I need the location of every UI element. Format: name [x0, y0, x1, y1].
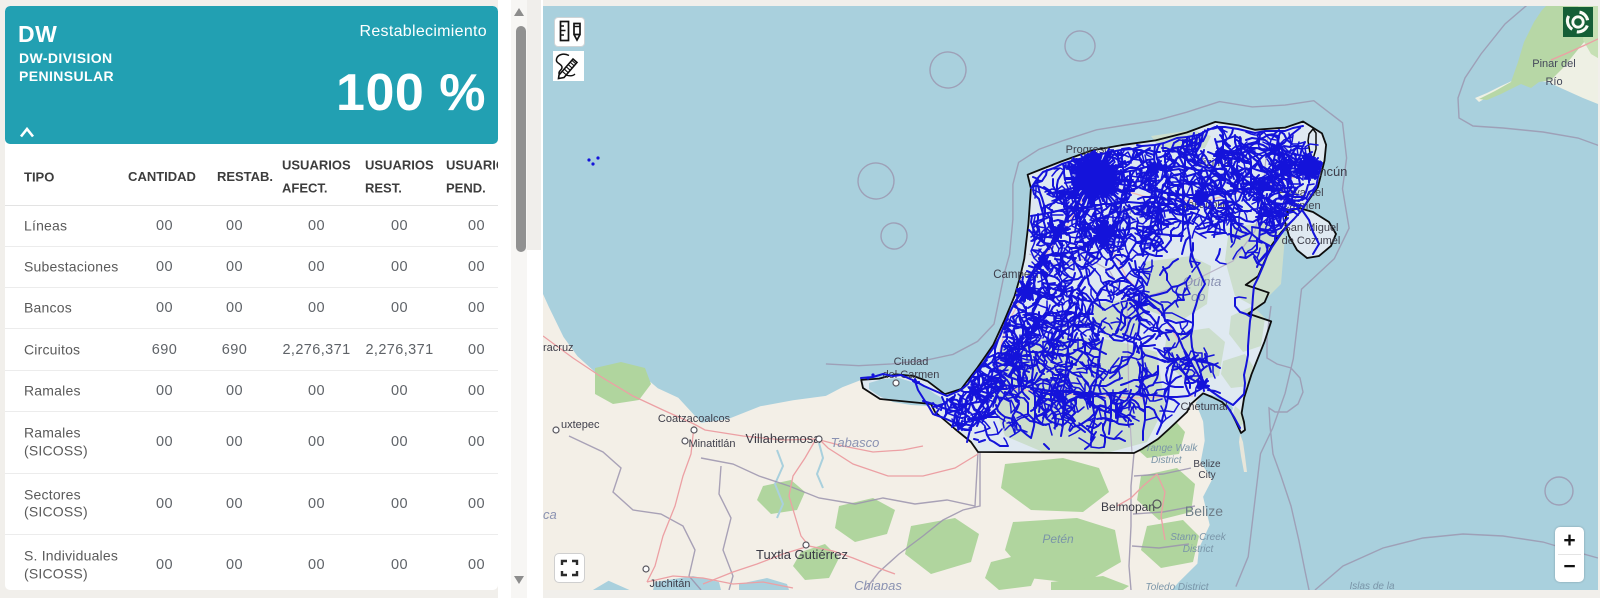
- svg-text:Tuxtla Gutiérrez: Tuxtla Gutiérrez: [756, 547, 848, 562]
- svg-text:Toledo District: Toledo District: [1146, 582, 1210, 590]
- svg-text:Minatitlán: Minatitlán: [688, 438, 735, 450]
- svg-text:Tabasco: Tabasco: [831, 435, 880, 450]
- svg-text:racruz: racruz: [543, 342, 574, 354]
- svg-text:Juchitán: Juchitán: [650, 578, 691, 590]
- svg-text:District: District: [1183, 544, 1215, 555]
- svg-text:Chetumal: Chetumal: [1180, 401, 1227, 413]
- svg-text:Pinar del: Pinar del: [1532, 58, 1575, 70]
- svg-text:Ciudad: Ciudad: [894, 356, 929, 368]
- svg-text:Petén: Petén: [1042, 532, 1074, 546]
- svg-text:Belmopan: Belmopan: [1101, 500, 1155, 514]
- svg-text:Villahermosa: Villahermosa: [746, 431, 822, 446]
- svg-text:de Cozumel: de Cozumel: [1282, 235, 1341, 247]
- svg-text:City: City: [1198, 470, 1215, 481]
- svg-text:Río: Río: [1545, 76, 1562, 88]
- svg-text:Belize: Belize: [1193, 459, 1221, 470]
- svg-text:Chiapas: Chiapas: [854, 578, 902, 590]
- svg-text:Stann Creek: Stann Creek: [1170, 532, 1227, 543]
- svg-text:Belize: Belize: [1185, 503, 1223, 519]
- svg-text:ca: ca: [543, 507, 557, 522]
- svg-text:uxtepec: uxtepec: [561, 419, 600, 431]
- svg-text:Coatzacoalcos: Coatzacoalcos: [658, 413, 731, 425]
- svg-text:range Walk: range Walk: [1147, 443, 1198, 454]
- svg-text:District: District: [1151, 455, 1183, 466]
- svg-text:Islas de la: Islas de la: [1349, 581, 1394, 590]
